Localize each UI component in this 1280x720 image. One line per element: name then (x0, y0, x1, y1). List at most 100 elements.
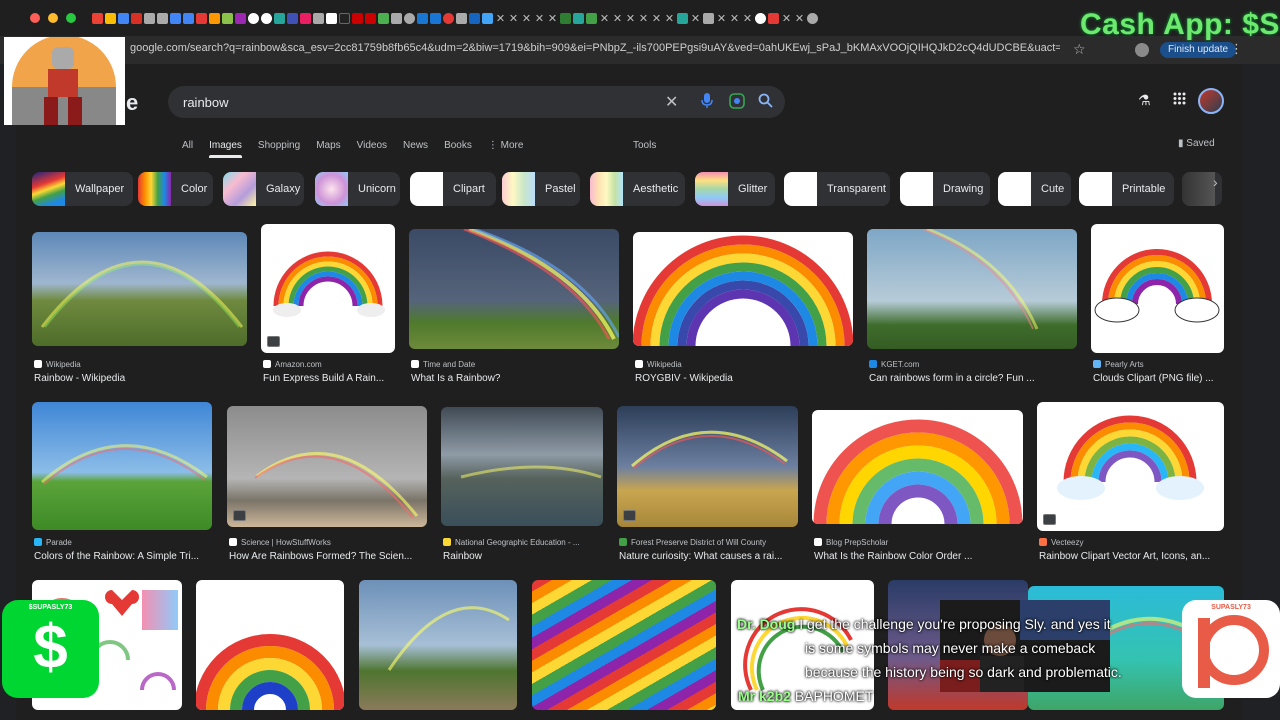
close-tab-icon[interactable]: ✕ (651, 12, 662, 25)
tab-favicon[interactable] (157, 12, 168, 24)
search-box[interactable]: rainbow ✕ (168, 86, 785, 118)
result-title[interactable]: How Are Rainbows Formed? The Scien... (229, 551, 429, 562)
google-logo[interactable]: e (126, 90, 138, 116)
result-source[interactable]: Time and Date (411, 360, 621, 369)
image-result[interactable] (196, 580, 344, 710)
chip-aesthetic[interactable]: Aesthetic (590, 172, 685, 206)
tab-favicon[interactable] (482, 12, 493, 24)
tab-favicon[interactable] (352, 12, 363, 24)
tab-favicon[interactable] (118, 12, 129, 24)
bookmark-star-icon[interactable]: ☆ (1073, 41, 1086, 58)
chip-galaxy[interactable]: Galaxy (223, 172, 304, 206)
labs-flask-icon[interactable]: ⚗ (1138, 92, 1151, 109)
close-tab-icon[interactable]: ✕ (742, 12, 753, 25)
close-tab-icon[interactable]: ✕ (521, 12, 532, 25)
url-field[interactable]: google.com/search?q=rainbow&sca_esv=2cc8… (130, 42, 1060, 54)
tab-favicon[interactable] (131, 12, 142, 24)
tab-favicon[interactable] (261, 12, 272, 24)
chip-cute[interactable]: Cute (998, 172, 1071, 206)
tab-favicon[interactable] (391, 12, 402, 24)
tab-favicon[interactable] (378, 12, 389, 24)
tab-favicon[interactable] (196, 12, 207, 24)
tab-news[interactable]: News (403, 140, 428, 157)
result-source[interactable]: Wikipedia (635, 360, 855, 369)
image-result[interactable] (867, 229, 1077, 349)
tab-favicon[interactable] (105, 12, 116, 24)
image-result[interactable] (227, 406, 427, 527)
result-title[interactable]: Colors of the Rainbow: A Simple Tri... (34, 551, 212, 562)
result-title[interactable]: Fun Express Build A Rain... (263, 373, 403, 384)
close-tab-icon[interactable]: ✕ (534, 12, 545, 25)
tab-favicon[interactable] (755, 12, 766, 24)
result-title[interactable]: Rainbow Clipart Vector Art, Icons, an... (1039, 551, 1226, 562)
account-avatar[interactable] (1198, 88, 1224, 114)
tab-favicon[interactable] (248, 12, 259, 24)
close-window-icon[interactable] (30, 13, 40, 23)
close-tab-icon[interactable]: ✕ (638, 12, 649, 25)
search-input[interactable]: rainbow (183, 95, 229, 110)
close-tab-icon[interactable]: ✕ (599, 12, 610, 25)
google-apps-icon[interactable] (1173, 92, 1186, 109)
chip-printable[interactable]: Printable (1079, 172, 1174, 206)
tab-favicon[interactable] (807, 12, 818, 24)
tab-favicon[interactable] (404, 12, 415, 24)
tab-favicon[interactable] (573, 12, 584, 24)
tab-favicon[interactable] (703, 12, 714, 24)
tab-favicon[interactable] (443, 12, 454, 24)
chip-glitter[interactable]: Glitter (695, 172, 775, 206)
tab-favicon[interactable] (456, 12, 467, 24)
image-result[interactable] (32, 402, 212, 530)
minimize-window-icon[interactable] (48, 13, 58, 23)
close-tab-icon[interactable]: ✕ (508, 12, 519, 25)
browser-menu-icon[interactable]: ⋮ (1230, 41, 1243, 57)
result-title[interactable]: Clouds Clipart (PNG file) ... (1093, 373, 1233, 384)
result-source[interactable]: Blog PrepScholar (814, 538, 1025, 547)
tab-favicon[interactable] (677, 12, 688, 24)
saved-button[interactable]: ▮ Saved (1178, 138, 1215, 149)
close-tab-icon[interactable]: ✕ (716, 12, 727, 25)
close-tab-icon[interactable]: ✕ (690, 12, 701, 25)
tools-button[interactable]: Tools (633, 140, 656, 151)
close-tab-icon[interactable]: ✕ (664, 12, 675, 25)
result-title[interactable]: ROYGBIV - Wikipedia (635, 373, 855, 384)
tab-images[interactable]: Images (209, 140, 242, 158)
tab-favicon[interactable] (768, 12, 779, 24)
image-result[interactable] (261, 224, 395, 353)
result-title[interactable]: What Is the Rainbow Color Order ... (814, 551, 1025, 562)
chip-pastel[interactable]: Pastel (502, 172, 580, 206)
tab-favicon[interactable] (92, 12, 103, 24)
result-source[interactable]: Parade (34, 538, 229, 547)
result-source[interactable]: Amazon.com (263, 360, 403, 369)
close-tab-icon[interactable]: ✕ (495, 12, 506, 25)
close-tab-icon[interactable]: ✕ (612, 12, 623, 25)
search-icon[interactable] (758, 93, 773, 111)
voice-search-icon[interactable] (701, 93, 713, 112)
image-result[interactable] (32, 232, 247, 346)
image-result[interactable] (633, 232, 853, 346)
tab-favicon[interactable] (222, 12, 233, 24)
image-result[interactable] (617, 406, 798, 527)
maximize-window-icon[interactable] (66, 13, 76, 23)
tab-favicon[interactable] (339, 12, 350, 24)
close-tab-icon[interactable]: ✕ (625, 12, 636, 25)
image-result[interactable] (1091, 224, 1224, 353)
result-source[interactable]: Science | HowStuffWorks (229, 538, 434, 547)
result-title[interactable]: Nature curiosity: What causes a rai... (619, 551, 800, 562)
tab-all[interactable]: All (182, 140, 193, 157)
result-title[interactable]: Rainbow - Wikipedia (34, 373, 249, 384)
tab-favicon[interactable] (313, 12, 324, 24)
close-tab-icon[interactable]: ✕ (547, 12, 558, 25)
image-result[interactable] (1037, 402, 1224, 531)
tab-favicon[interactable] (144, 12, 155, 24)
result-source[interactable]: Vecteezy (1039, 538, 1226, 547)
chip-wallpaper[interactable]: Wallpaper (32, 172, 133, 206)
chip-color[interactable]: Color (138, 172, 213, 206)
tab-videos[interactable]: Videos (357, 140, 387, 157)
clear-search-icon[interactable]: ✕ (665, 92, 678, 112)
tab-favicon[interactable] (469, 12, 480, 24)
profile-icon[interactable] (1135, 43, 1149, 57)
result-title[interactable]: What Is a Rainbow? (411, 373, 621, 384)
tab-more[interactable]: ⋮ More (488, 140, 524, 157)
chip-transparent[interactable]: Transparent (784, 172, 890, 206)
tab-favicon[interactable] (170, 12, 181, 24)
